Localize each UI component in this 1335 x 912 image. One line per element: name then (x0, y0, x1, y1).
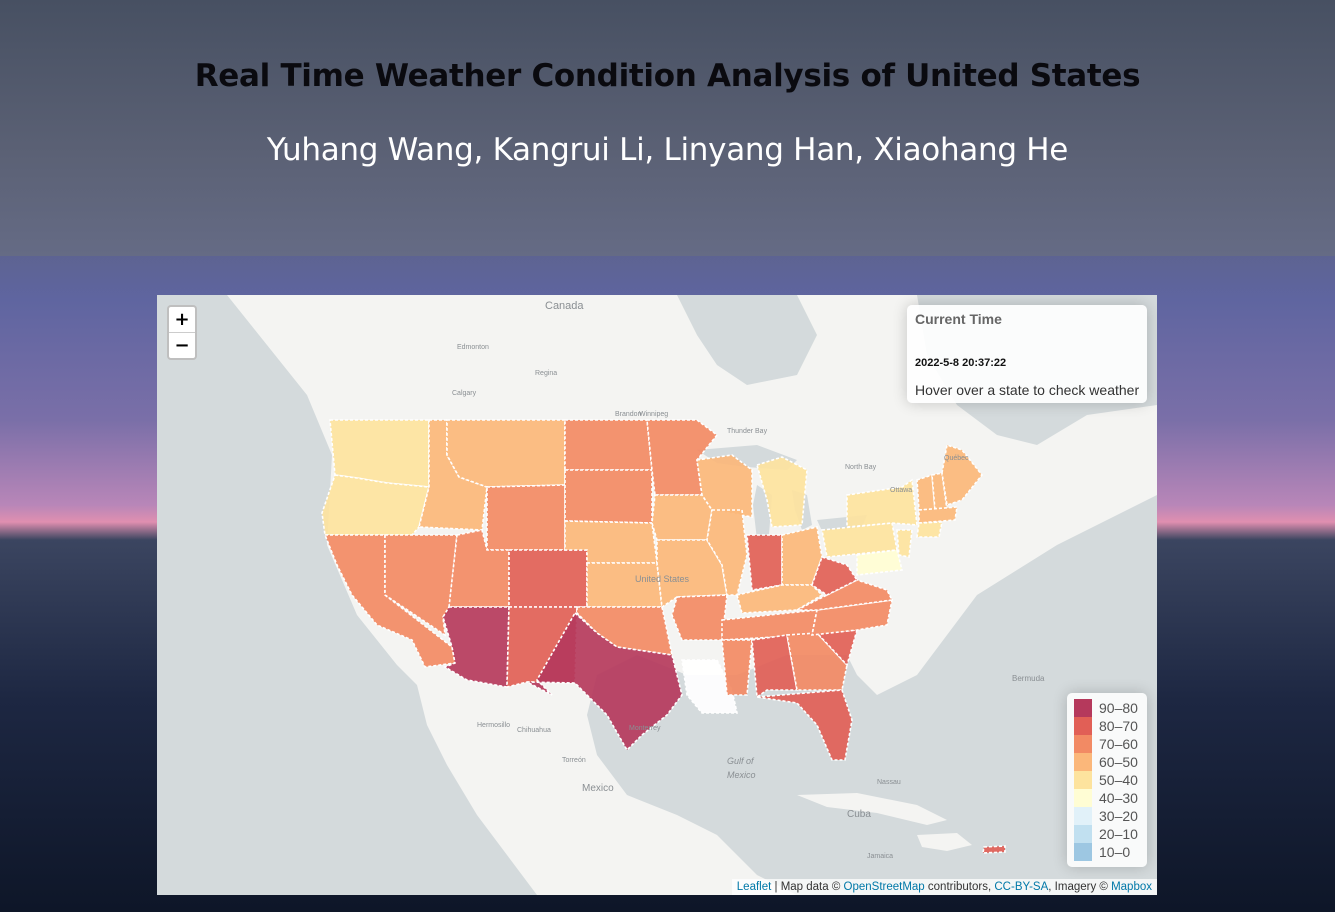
legend-label: 80–70 (1099, 718, 1138, 734)
legend-label: 90–80 (1099, 700, 1138, 716)
map-label-brandon: Brandon (615, 411, 642, 418)
map-label-cuba: Cuba (847, 809, 871, 820)
attribution-text-3: , Imagery © (1048, 881, 1112, 893)
map-label-quebec: Québec (944, 455, 969, 462)
legend-label: 20–10 (1099, 826, 1138, 842)
legend-swatch (1074, 843, 1092, 861)
legend-swatch (1074, 753, 1092, 771)
map-attribution: Leaflet | Map data © OpenStreetMap contr… (731, 879, 1157, 895)
state-north-dakota[interactable] (564, 419, 653, 471)
map-label-torreon: Torreón (562, 757, 586, 764)
legend-swatch (1074, 717, 1092, 735)
map-label-canada: Canada (545, 300, 584, 312)
state-puerto-rico[interactable] (982, 845, 1006, 854)
land-hispaniola (917, 833, 972, 851)
map-label-jamaica: Jamaica (867, 853, 893, 860)
map-label-ottawa: Ottawa (890, 487, 912, 494)
state-massachusetts[interactable] (918, 506, 958, 524)
legend-label: 30–20 (1099, 808, 1138, 824)
state-colorado[interactable] (508, 549, 588, 608)
state-connecticut[interactable] (916, 521, 943, 538)
legend-label: 10–0 (1099, 844, 1131, 860)
map-label-calgary: Calgary (452, 390, 477, 397)
attribution-text-2: contributors, (924, 881, 995, 893)
hover-hint: Hover over a state to check weather (915, 382, 1140, 398)
legend-swatch (1074, 825, 1092, 843)
map-label-bermuda: Bermuda (1012, 674, 1045, 683)
map-label-regina: Regina (535, 370, 557, 377)
info-panel: Current Time 2022-5-8 20:37:22 Hover ove… (907, 305, 1147, 403)
zoom-control: + − (167, 305, 197, 360)
state-iowa[interactable] (651, 494, 713, 541)
legend-label: 70–60 (1099, 736, 1138, 752)
page-title: Real Time Weather Condition Analysis of … (194, 58, 1141, 94)
legend-label: 60–50 (1099, 754, 1138, 770)
legend-swatch (1074, 699, 1092, 717)
legend-swatch (1074, 789, 1092, 807)
current-time: 2022-5-8 20:37:22 (915, 357, 1007, 369)
zoom-in-button[interactable]: + (169, 307, 195, 333)
state-mississippi[interactable] (721, 639, 753, 696)
state-arkansas[interactable] (671, 594, 728, 641)
state-montana[interactable] (446, 419, 566, 488)
leaflet-link[interactable]: Leaflet (737, 881, 772, 893)
osm-link[interactable]: OpenStreetMap (844, 881, 925, 893)
map-label-edmonton: Edmonton (457, 344, 489, 351)
state-maryland[interactable] (856, 549, 903, 576)
state-vermont[interactable] (916, 473, 936, 511)
map-label-winnipeg: Winnipeg (639, 411, 668, 418)
legend-swatch (1074, 771, 1092, 789)
state-south-dakota[interactable] (564, 469, 653, 524)
map-label-gulf2: Mexico (727, 770, 756, 780)
map-label-mexico: Mexico (582, 783, 614, 794)
authors-line: Yuhang Wang, Kangrui Li, Linyang Han, Xi… (266, 132, 1069, 168)
legend-swatch (1074, 807, 1092, 825)
attribution-text-1: | Map data © (771, 881, 844, 893)
map-label-chihuahua: Chihuahua (517, 727, 551, 734)
legend-label: 50–40 (1099, 772, 1138, 788)
map-label-nassau: Nassau (877, 779, 901, 786)
legend-swatch (1074, 735, 1092, 753)
weather-map[interactable]: Canada United States Mexico Cuba Gulf of Mexi… (157, 295, 1157, 895)
map-label-north-bay: North Bay (845, 464, 877, 471)
page-header: Real Time Weather Condition Analysis of … (0, 0, 1335, 256)
info-heading: Current Time (915, 311, 1002, 327)
state-kansas[interactable] (586, 562, 663, 608)
map-label-united-states: United States (635, 574, 690, 584)
map-label-thunder-bay: Thunder Bay (727, 428, 768, 435)
land-cuba (797, 793, 947, 825)
map-label-monterrey: Monterrey (629, 725, 661, 732)
ccbysa-link[interactable]: CC-BY-SA (994, 881, 1048, 893)
map-label-gulf: Gulf of (727, 756, 755, 766)
state-wyoming[interactable] (486, 484, 566, 551)
color-legend: 90–80 80–70 70–60 60–50 50–40 40–30 30–20 20–10… (1067, 693, 1147, 867)
mapbox-link[interactable]: Mapbox (1111, 881, 1152, 893)
map-label-hermosillo: Hermosillo (477, 722, 510, 729)
state-florida[interactable] (756, 689, 853, 761)
legend-label: 40–30 (1099, 790, 1138, 806)
state-indiana[interactable] (746, 534, 783, 591)
zoom-out-button[interactable]: − (169, 333, 195, 358)
